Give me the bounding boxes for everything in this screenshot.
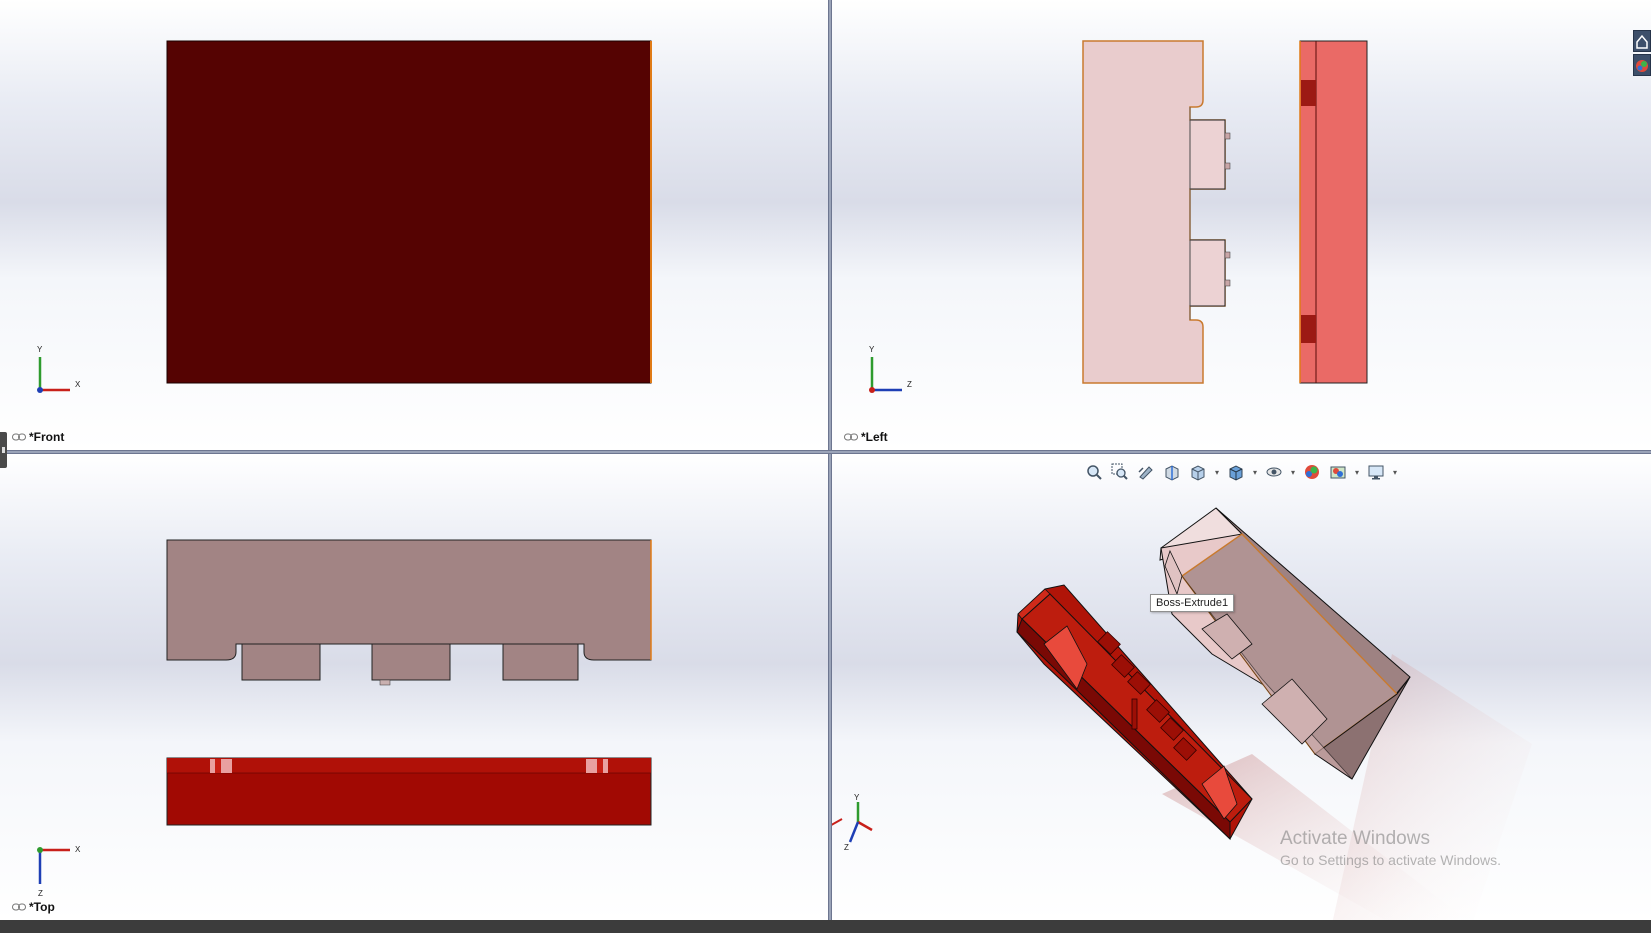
view-name: *Front	[29, 430, 65, 444]
triad-z-label: Z	[907, 380, 912, 389]
axis-triad: Y Z	[844, 793, 873, 852]
view-name: *Left	[861, 430, 888, 444]
iso-model[interactable]	[832, 454, 1651, 920]
apply-scene-dropdown[interactable]: ▾	[1352, 461, 1362, 483]
task-pane-home-button[interactable]	[1633, 30, 1651, 52]
triad-z-label: Z	[38, 889, 43, 898]
link-views-icon[interactable]	[12, 903, 26, 911]
watermark-title: Activate Windows	[1280, 828, 1430, 849]
previous-view-icon	[1138, 466, 1153, 480]
triad-x-label: X	[75, 845, 81, 854]
appearances-icon	[1636, 60, 1648, 72]
zoom-to-fit-icon	[1087, 465, 1102, 480]
triad	[832, 818, 843, 826]
view-name: *Top	[29, 900, 55, 914]
section-view-icon	[1165, 465, 1179, 481]
view-orientation-button[interactable]	[1186, 461, 1210, 483]
hide-show-items-button[interactable]	[1262, 461, 1286, 483]
front-model[interactable]	[0, 0, 828, 450]
viewport-left[interactable]: Y Z *Left	[832, 0, 1651, 450]
edit-appearance-button[interactable]	[1300, 461, 1324, 483]
section-view-button[interactable]	[1160, 461, 1184, 483]
left-model[interactable]	[832, 0, 1651, 450]
viewport-front[interactable]: Y X *Front	[0, 0, 828, 450]
viewport-vertical-splitter[interactable]	[828, 0, 832, 920]
triad-y-label: Y	[854, 793, 860, 802]
triad-y-label: Y	[37, 345, 43, 354]
viewport-horizontal-splitter[interactable]	[0, 450, 1651, 454]
view-settings-dropdown[interactable]: ▾	[1390, 461, 1400, 483]
triad-x-label: X	[75, 380, 81, 389]
viewport-top[interactable]: Z X *Top	[0, 454, 828, 920]
triad-y-label: Y	[869, 345, 875, 354]
axis-triad: Y X	[37, 345, 81, 393]
display-style-dropdown[interactable]: ▾	[1250, 461, 1260, 483]
activation-watermark: Activate Windows Go to Settings to activ…	[1280, 828, 1501, 868]
hide-show-items-icon	[1266, 467, 1282, 477]
apply-scene-icon	[1330, 466, 1346, 479]
view-settings-button[interactable]	[1364, 461, 1388, 483]
view-orientation-icon	[1191, 465, 1205, 481]
previous-view-button[interactable]	[1134, 461, 1158, 483]
view-label-top[interactable]: *Top	[12, 900, 55, 914]
zoom-to-area-icon	[1111, 463, 1128, 480]
zoom-to-fit-button[interactable]	[1082, 461, 1106, 483]
edit-appearance-icon	[1305, 465, 1319, 479]
view-orientation-dropdown[interactable]: ▾	[1212, 461, 1222, 483]
view-label-left[interactable]: *Left	[844, 430, 888, 444]
heads-up-toolbar: ▾ ▾ ▾ ▾ ▾	[1082, 460, 1400, 484]
status-bar	[0, 920, 1651, 933]
display-style-button[interactable]	[1224, 461, 1248, 483]
axis-triad: Y Z	[869, 345, 912, 393]
link-views-icon[interactable]	[12, 433, 26, 441]
task-pane-appearances-button[interactable]	[1633, 54, 1651, 76]
apply-scene-button[interactable]	[1326, 461, 1350, 483]
viewport-isometric[interactable]: Y Z Boss-Extrude1 ▾ ▾ ▾ ▾ ▾ Activate Win…	[832, 454, 1651, 920]
display-style-icon	[1229, 465, 1243, 481]
triad-z-label: Z	[844, 843, 849, 852]
zoom-to-area-button[interactable]	[1108, 461, 1132, 483]
axis-triad: Z X	[37, 845, 81, 898]
home-icon	[1636, 34, 1648, 49]
watermark-subtitle: Go to Settings to activate Windows.	[1280, 852, 1501, 868]
hide-show-items-dropdown[interactable]: ▾	[1288, 461, 1298, 483]
feature-tooltip: Boss-Extrude1	[1150, 594, 1235, 612]
link-views-icon[interactable]	[844, 433, 858, 441]
view-label-front[interactable]: *Front	[12, 430, 64, 444]
view-settings-icon	[1368, 465, 1384, 480]
panel-collapse-handle[interactable]	[0, 432, 7, 468]
top-model[interactable]	[0, 454, 828, 920]
